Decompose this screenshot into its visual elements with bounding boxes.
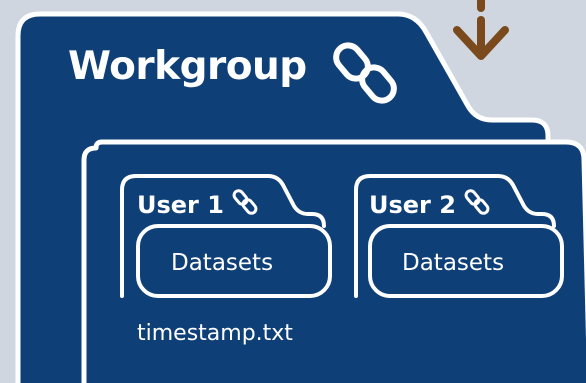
workgroup-title: Workgroup [68, 44, 307, 89]
timestamp-file-label: timestamp.txt [137, 321, 293, 346]
user-2-title: User 2 [369, 191, 456, 219]
user-1-title: User 1 [137, 191, 224, 219]
user-2-datasets-label: Datasets [402, 250, 505, 276]
download-arrow-icon [453, 0, 509, 60]
workgroup-diagram: Workgroup User 1 User 2 Datasets Dataset… [0, 0, 586, 383]
user-1-datasets-label: Datasets [171, 250, 274, 276]
